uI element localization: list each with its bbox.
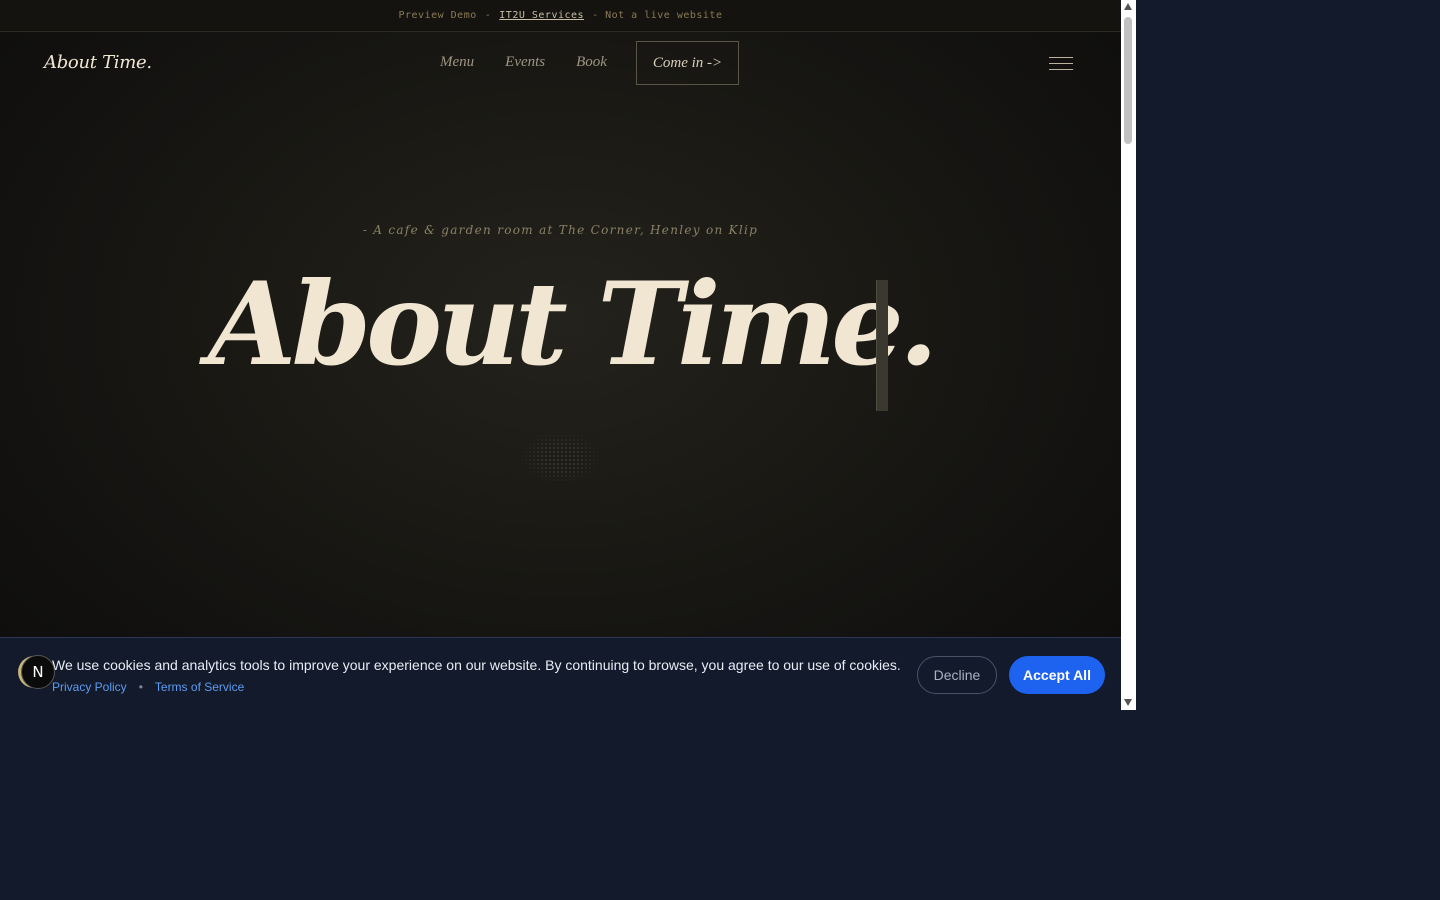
preview-label: Preview Demo <box>398 10 477 21</box>
preview-separator: - <box>484 10 492 21</box>
accept-all-button[interactable]: Accept All <box>1009 656 1105 694</box>
cookie-message: We use cookies and analytics tools to im… <box>52 657 901 673</box>
cookie-links: Privacy Policy • Terms of Service <box>52 680 244 694</box>
hamburger-icon[interactable] <box>1049 57 1073 71</box>
link-separator: • <box>138 680 143 694</box>
main-nav: Menu Events Book <box>440 54 638 71</box>
decline-button[interactable]: Decline <box>917 656 997 694</box>
brand-logo[interactable]: About Time. <box>44 52 152 73</box>
hamburger-line <box>1049 69 1073 70</box>
nav-item-book[interactable]: Book <box>576 54 607 71</box>
scroll-up-arrow-icon[interactable] <box>1124 3 1132 10</box>
scroll-thumb[interactable] <box>1124 17 1132 144</box>
hero-tagline: - A cafe & garden room at The Corner, He… <box>362 223 759 237</box>
text-cursor-bar <box>876 280 888 411</box>
come-in-button[interactable]: Come in -> <box>636 41 739 85</box>
preview-banner: Preview Demo - IT2U Services - Not a liv… <box>0 0 1121 32</box>
cookie-banner: We use cookies and analytics tools to im… <box>0 637 1121 710</box>
hero-title: About Time. <box>208 257 938 391</box>
nav-item-events[interactable]: Events <box>505 54 545 71</box>
n-badge-icon[interactable]: N <box>21 655 55 689</box>
nav-item-menu[interactable]: Menu <box>440 54 474 71</box>
dot-pattern-decoration <box>520 430 602 485</box>
terms-of-service-link[interactable]: Terms of Service <box>155 680 244 694</box>
vertical-scrollbar[interactable] <box>1121 0 1136 710</box>
privacy-policy-link[interactable]: Privacy Policy <box>52 680 127 694</box>
preview-suffix: - Not a live website <box>592 10 723 21</box>
hamburger-line <box>1049 63 1073 64</box>
scroll-down-arrow-icon[interactable] <box>1124 699 1132 706</box>
it2u-services-link[interactable]: IT2U Services <box>499 10 584 21</box>
page-viewport: Preview Demo - IT2U Services - Not a liv… <box>0 0 1121 710</box>
hamburger-line <box>1049 57 1073 58</box>
